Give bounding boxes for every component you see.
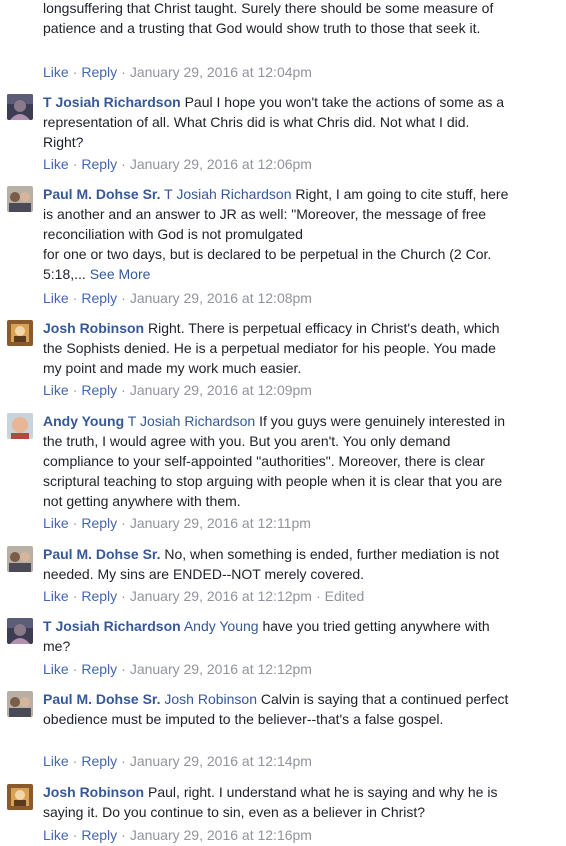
avatar-image (7, 618, 33, 644)
like-link[interactable]: Like (43, 661, 69, 677)
separator-dot: · (121, 290, 126, 306)
avatar[interactable] (7, 413, 33, 439)
mention-tag[interactable]: T Josiah Richardson (164, 186, 291, 202)
separator-dot: · (72, 515, 78, 531)
separator-dot: · (72, 382, 78, 398)
avatar-image (7, 546, 33, 572)
author-name[interactable]: Paul M. Dohse Sr. (43, 186, 160, 202)
author-name[interactable]: Andy Young (43, 413, 124, 429)
reply-link[interactable]: Reply (81, 661, 117, 677)
timestamp-link[interactable]: January 29, 2016 at 12:06pm (130, 156, 312, 172)
comment-actions: Like · Reply · January 29, 2016 at 12:16pm (43, 825, 312, 845)
comment-actions: Like · Reply · January 29, 2016 at 12:11pm (43, 513, 311, 533)
comment-text: longsuffering that Christ taught. Surely… (43, 0, 494, 36)
avatar[interactable] (7, 94, 33, 120)
like-link[interactable]: Like (43, 588, 69, 604)
avatar[interactable] (7, 546, 33, 572)
like-link[interactable]: Like (43, 156, 69, 172)
timestamp-link[interactable]: January 29, 2016 at 12:16pm (130, 827, 312, 843)
separator-dot: · (121, 64, 126, 80)
edited-label[interactable]: Edited (325, 588, 365, 604)
like-link[interactable]: Like (43, 753, 69, 769)
reply-link[interactable]: Reply (81, 588, 117, 604)
separator-dot: · (72, 753, 78, 769)
author-name[interactable]: Paul M. Dohse Sr. (43, 546, 160, 562)
mention-tag[interactable]: Josh Robinson (164, 691, 257, 707)
comment-fragment: longsuffering that Christ taught. Surely… (43, 0, 523, 38)
avatar-image (7, 691, 33, 717)
timestamp-link[interactable]: January 29, 2016 at 12:12pm (130, 661, 312, 677)
separator-dot: · (121, 753, 126, 769)
reply-link[interactable]: Reply (81, 290, 117, 306)
reply-link[interactable]: Reply (81, 515, 117, 531)
author-name[interactable]: Paul M. Dohse Sr. (43, 691, 160, 707)
separator-dot: · (72, 827, 78, 843)
separator-dot: · (315, 588, 321, 604)
separator-dot: · (121, 827, 126, 843)
comment-actions: Like · Reply · January 29, 2016 at 12:09pm (43, 380, 312, 400)
timestamp-link[interactable]: January 29, 2016 at 12:04pm (130, 64, 312, 80)
mention-tag[interactable]: Andy Young (184, 618, 259, 634)
separator-dot: · (121, 156, 126, 172)
comment-actions: Like · Reply · January 29, 2016 at 12:12pm (43, 659, 312, 679)
see-more-link[interactable]: See More (90, 266, 151, 282)
reply-link[interactable]: Reply (81, 64, 117, 80)
avatar-image (7, 784, 33, 810)
like-link[interactable]: Like (43, 515, 69, 531)
author-name[interactable]: Josh Robinson (43, 320, 144, 336)
author-name[interactable]: T Josiah Richardson (43, 618, 181, 634)
separator-dot: · (72, 290, 78, 306)
avatar[interactable] (7, 186, 33, 212)
comment-actions: Like · Reply · January 29, 2016 at 12:04pm (43, 62, 312, 82)
reply-link[interactable]: Reply (81, 156, 117, 172)
author-name[interactable]: Josh Robinson (43, 784, 144, 800)
avatar[interactable] (7, 691, 33, 717)
reply-link[interactable]: Reply (81, 827, 117, 843)
timestamp-link[interactable]: January 29, 2016 at 12:12pm (130, 588, 312, 604)
separator-dot: · (72, 661, 78, 677)
reply-link[interactable]: Reply (81, 753, 117, 769)
separator-dot: · (121, 515, 126, 531)
avatar-image (7, 94, 33, 120)
separator-dot: · (121, 588, 126, 604)
separator-dot: · (121, 382, 126, 398)
comment-actions: Like · Reply · January 29, 2016 at 12:06pm (43, 154, 312, 174)
avatar-image (7, 186, 33, 212)
separator-dot: · (72, 588, 78, 604)
like-link[interactable]: Like (43, 827, 69, 843)
comment-actions: Like · Reply · January 29, 2016 at 12:12pm · E… (43, 586, 364, 606)
timestamp-link[interactable]: January 29, 2016 at 12:08pm (130, 290, 312, 306)
timestamp-link[interactable]: January 29, 2016 at 12:14pm (130, 753, 312, 769)
separator-dot: · (121, 661, 126, 677)
avatar[interactable] (7, 618, 33, 644)
timestamp-link[interactable]: January 29, 2016 at 12:09pm (130, 382, 312, 398)
avatar-image (7, 320, 33, 346)
separator-dot: · (72, 156, 78, 172)
author-name[interactable]: T Josiah Richardson (43, 94, 181, 110)
avatar-image (7, 413, 33, 439)
like-link[interactable]: Like (43, 64, 69, 80)
avatar[interactable] (7, 320, 33, 346)
separator-dot: · (72, 64, 78, 80)
like-link[interactable]: Like (43, 290, 69, 306)
comment-actions: Like · Reply · January 29, 2016 at 12:14pm (43, 751, 312, 771)
like-link[interactable]: Like (43, 382, 69, 398)
mention-tag[interactable]: T Josiah Richardson (128, 413, 255, 429)
timestamp-link[interactable]: January 29, 2016 at 12:11pm (130, 515, 311, 531)
reply-link[interactable]: Reply (81, 382, 117, 398)
comment-actions: Like · Reply · January 29, 2016 at 12:08pm (43, 288, 312, 308)
avatar[interactable] (7, 784, 33, 810)
